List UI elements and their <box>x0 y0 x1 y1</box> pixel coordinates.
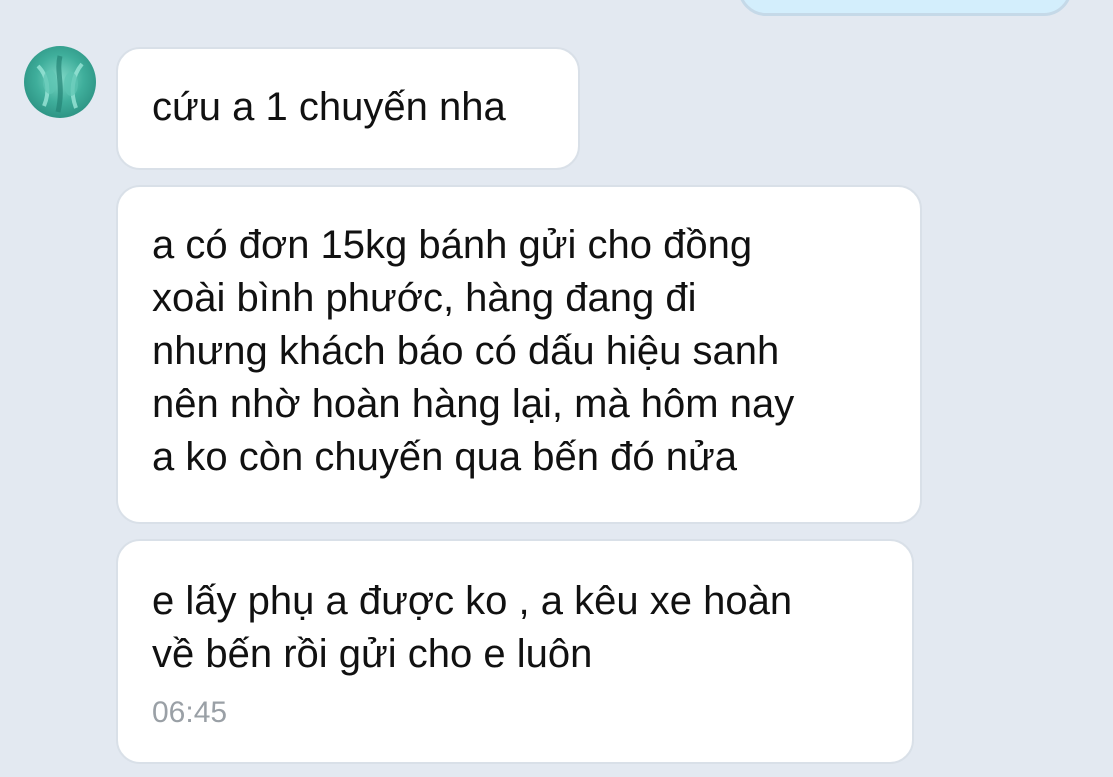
avatar-image <box>24 46 96 118</box>
outgoing-message-bubble[interactable] <box>738 0 1072 16</box>
message-text: về bến rồi gửi cho e luôn <box>152 632 593 676</box>
message-text: cứu a 1 chuyến nha <box>152 85 506 129</box>
message-timestamp: 06:45 <box>152 696 228 729</box>
message-text: nên nhờ hoàn hàng lại, mà hôm nay <box>152 382 795 426</box>
message-text: xoài bình phước, hàng đang đi <box>152 276 697 320</box>
incoming-message-bubble[interactable]: a có đơn 15kg bánh gửi cho đồng xoài bìn… <box>116 185 922 524</box>
incoming-message-bubble[interactable]: e lấy phụ a được ko , a kêu xe hoàn về b… <box>116 539 914 764</box>
contact-avatar[interactable] <box>24 46 96 118</box>
message-text: e lấy phụ a được ko , a kêu xe hoàn <box>152 579 793 623</box>
message-text: nhưng khách báo có dấu hiệu sanh <box>152 329 780 373</box>
message-text: a ko còn chuyến qua bến đó nửa <box>152 435 737 479</box>
incoming-message-bubble[interactable]: cứu a 1 chuyến nha <box>116 47 580 170</box>
message-text: a có đơn 15kg bánh gửi cho đồng <box>152 223 753 267</box>
